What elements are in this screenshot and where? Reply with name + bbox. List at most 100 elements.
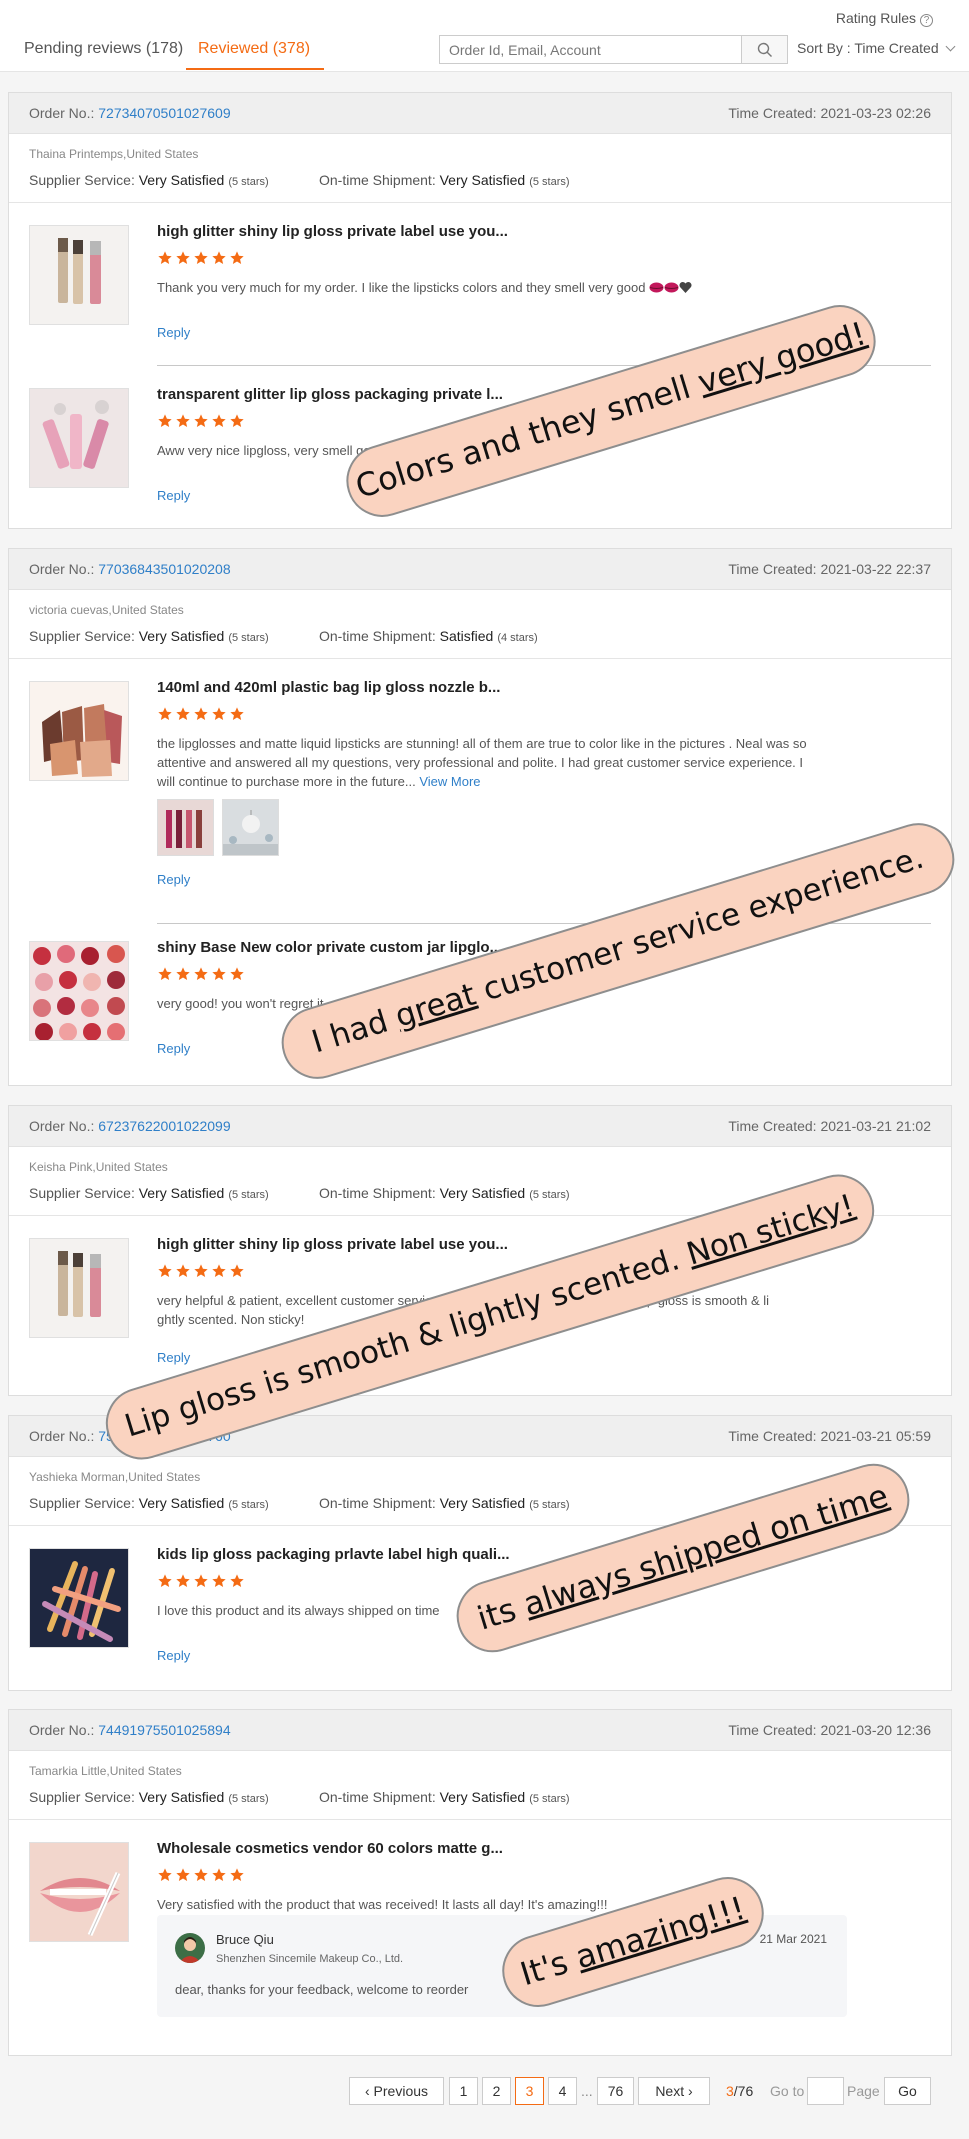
goto-page-input[interactable] (807, 2077, 844, 2105)
star-icon (157, 250, 173, 271)
star-rating (157, 1263, 247, 1284)
star-icon (157, 1573, 173, 1594)
reply-link[interactable]: Reply (157, 488, 190, 503)
star-icon (229, 413, 245, 434)
reply-link[interactable]: Reply (157, 872, 190, 887)
star-icon (229, 706, 245, 727)
star-icon (175, 1867, 191, 1888)
rating-rules-label: Rating Rules (835, 10, 916, 26)
lips-emoji-icon (664, 280, 679, 293)
review-text: the lipglosses and matte liquid lipstick… (157, 734, 817, 791)
go-button[interactable]: Go (884, 2077, 931, 2105)
time-created-label: Time Created: (728, 105, 817, 121)
star-icon (175, 250, 191, 271)
time-created-value: 2021-03-22 22:37 (820, 561, 931, 577)
reply-link[interactable]: Reply (157, 1041, 190, 1056)
time-created-label: Time Created: (728, 1428, 817, 1444)
product-name[interactable]: transparent glitter lip gloss packaging … (157, 386, 503, 403)
product-name[interactable]: 140ml and 420ml plastic bag lip gloss no… (157, 679, 500, 696)
supplier-service-value: Very Satisfied (138, 1495, 225, 1511)
pagination-ellipsis: ... (581, 2083, 593, 2099)
page-count: 3/76 (726, 2083, 753, 2099)
star-icon (229, 1263, 245, 1284)
page-button[interactable]: 4 (548, 2077, 577, 2105)
product-name[interactable]: shiny Base New color private custom jar … (157, 939, 502, 956)
time-created-label: Time Created: (728, 1118, 817, 1134)
chevron-right-icon: › (688, 2083, 693, 2099)
star-icon (211, 1867, 227, 1888)
rating-rules-link[interactable]: Rating Rules? (836, 10, 933, 27)
seller-reply-text: dear, thanks for your feedback, welcome … (175, 1982, 469, 1997)
star-icon (193, 250, 209, 271)
shipment-stars: (4 stars) (497, 632, 538, 644)
star-icon (229, 1867, 245, 1888)
pagination: ‹ Previous 1 2 3 4 ... 76 Next › 3/76 Go… (0, 2077, 969, 2107)
search-icon (757, 42, 772, 57)
page-button-current[interactable]: 3 (515, 2077, 544, 2105)
order-no-link[interactable]: 72734070501027609 (98, 105, 230, 121)
shipment-stars: (5 stars) (529, 1499, 570, 1511)
order-header: Order No.: 77036843501020208 Time Create… (9, 549, 951, 590)
order-no-link[interactable]: 74491975501025894 (98, 1722, 230, 1738)
tab-pending-reviews[interactable]: Pending reviews (178) (24, 40, 183, 68)
shipment-value: Satisfied (439, 628, 494, 644)
reply-link[interactable]: Reply (157, 1350, 190, 1365)
search-input[interactable] (440, 36, 742, 63)
view-more-link[interactable]: View More (419, 774, 480, 789)
star-icon (193, 966, 209, 987)
lips-emoji-icon (649, 280, 664, 293)
review-text-content: Very satisfied with the product that was… (157, 1897, 608, 1912)
next-button[interactable]: Next › (638, 2077, 710, 2105)
buyer-info: victoria cuevas,United States Supplier S… (9, 590, 951, 659)
product-thumbnail[interactable] (29, 225, 129, 325)
help-icon: ? (920, 14, 933, 27)
order-no-label: Order No.: (29, 561, 95, 577)
product-thumbnail[interactable] (29, 1238, 129, 1338)
supplier-service-stars: (5 stars) (228, 1793, 269, 1805)
page-button-last[interactable]: 76 (597, 2077, 634, 2105)
reply-link[interactable]: Reply (157, 325, 190, 340)
review-text-content: Aww very nice lipgloss, very smell good (157, 443, 386, 458)
shipment-label: On-time Shipment: (319, 1495, 436, 1511)
review-header: Rating Rules? Pending reviews (178) Revi… (0, 0, 969, 72)
product-thumbnail[interactable] (29, 1842, 129, 1942)
previous-button[interactable]: ‹ Previous (349, 2077, 444, 2105)
product-thumbnail[interactable] (29, 388, 129, 488)
order-no-link[interactable]: 77036843501020208 (98, 561, 230, 577)
sort-dropdown[interactable]: Sort By : Time Created (797, 40, 956, 56)
tab-reviewed[interactable]: Reviewed (378) (186, 40, 324, 70)
order-no-label: Order No.: (29, 1722, 95, 1738)
current-page-number: 3 (726, 2083, 734, 2099)
buyer-name: Tamarkia Little,United States (29, 1764, 182, 1778)
product-name[interactable]: high glitter shiny lip gloss private lab… (157, 1236, 508, 1253)
star-icon (193, 1867, 209, 1888)
avatar (175, 1933, 205, 1963)
supplier-service-label: Supplier Service: (29, 172, 135, 188)
page-button[interactable]: 1 (449, 2077, 478, 2105)
search-button[interactable] (741, 36, 787, 63)
page-button[interactable]: 2 (482, 2077, 511, 2105)
review-text-content: I love this product and its always shipp… (157, 1603, 440, 1618)
product-thumbnail[interactable] (29, 1548, 129, 1648)
time-created-label: Time Created: (728, 1722, 817, 1738)
review-text-content: Thank you very much for my order. I like… (157, 280, 646, 295)
product-name[interactable]: kids lip gloss packaging prlavte label h… (157, 1546, 510, 1563)
review-photo[interactable] (222, 799, 279, 856)
buyer-name: Keisha Pink,United States (29, 1160, 168, 1174)
star-rating (157, 706, 247, 727)
star-icon (157, 1867, 173, 1888)
product-thumbnail[interactable] (29, 681, 129, 781)
seller-reply-date: 21 Mar 2021 (759, 1932, 827, 1946)
buyer-info: Thaina Printemps,United States Supplier … (9, 134, 951, 203)
reply-link[interactable]: Reply (157, 1648, 190, 1663)
supplier-service-value: Very Satisfied (138, 1789, 225, 1805)
order-no-link[interactable]: 67237622001022099 (98, 1118, 230, 1134)
buyer-name: Thaina Printemps,United States (29, 147, 199, 161)
star-icon (193, 1263, 209, 1284)
star-icon (157, 1263, 173, 1284)
product-thumbnail[interactable] (29, 941, 129, 1041)
product-name[interactable]: high glitter shiny lip gloss private lab… (157, 223, 508, 240)
product-name[interactable]: Wholesale cosmetics vendor 60 colors mat… (157, 1840, 503, 1857)
review-photo[interactable] (157, 799, 214, 856)
supplier-service-value: Very Satisfied (138, 1185, 225, 1201)
